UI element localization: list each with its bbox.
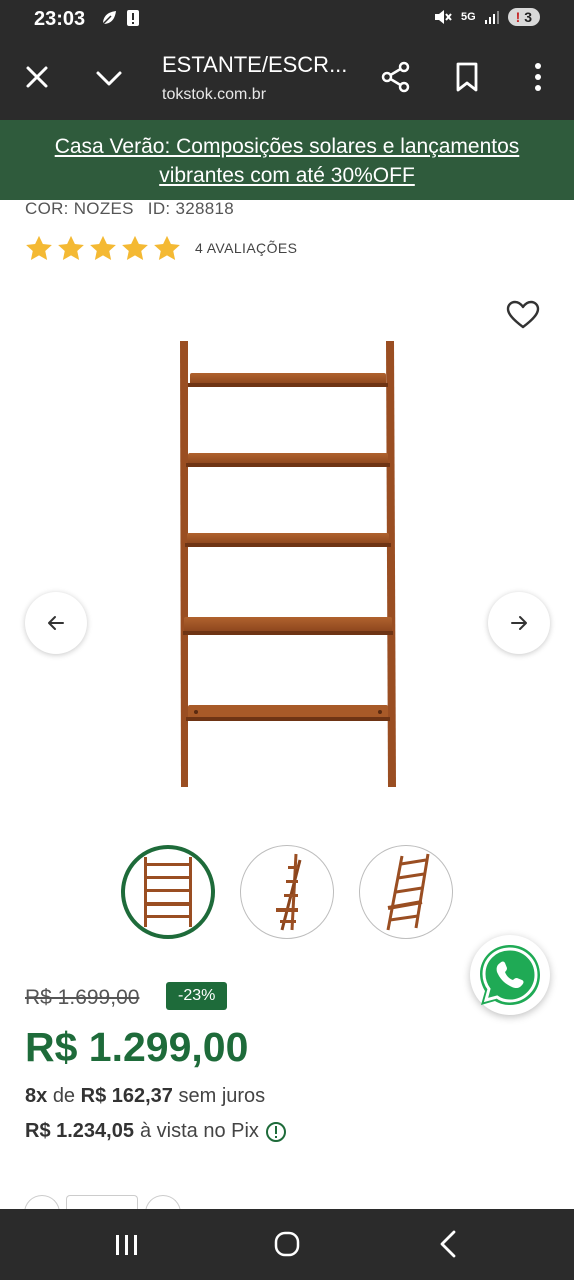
current-price: R$ 1.299,00 — [25, 1024, 249, 1070]
pix-value: R$ 1.234,05 — [25, 1120, 134, 1142]
back-icon[interactable] — [436, 1229, 460, 1259]
home-icon[interactable] — [272, 1229, 302, 1259]
installments-de: de — [52, 1085, 76, 1107]
star-icon — [26, 235, 52, 260]
close-icon[interactable] — [22, 62, 52, 92]
reviews-count[interactable]: 4 AVALIAÇÕES — [195, 240, 297, 256]
thumbnail-image — [144, 857, 192, 927]
promo-line-1[interactable]: Casa Verão: Composições solares e lançam… — [0, 132, 574, 161]
status-time: 23:03 — [34, 8, 86, 30]
share-icon[interactable] — [380, 60, 412, 94]
pix-suffix: à vista no Pix — [139, 1120, 259, 1142]
browser-toolbar: ESTANTE/ESCR... tokstok.com.br — [0, 38, 574, 120]
status-bar: 23:03 5G ! 3 — [0, 0, 574, 38]
product-meta: COR: NOZES ID: 328818 — [25, 199, 248, 219]
browser-title: ESTANTE/ESCR... — [162, 52, 348, 77]
leaf-icon — [102, 11, 116, 25]
installments-info: 8x de R$ 162,37 sem juros — [25, 1085, 265, 1108]
thumbnail-side[interactable] — [240, 845, 334, 939]
recents-icon[interactable] — [112, 1231, 142, 1259]
system-nav-bar — [0, 1209, 574, 1280]
star-icon — [122, 235, 148, 260]
next-image-button[interactable] — [488, 592, 550, 654]
thumbnail-angled[interactable] — [359, 845, 453, 939]
network-label: 5G — [460, 11, 476, 23]
star-icon — [58, 235, 84, 260]
installments-value: R$ 162,37 — [80, 1085, 173, 1107]
arrow-left-icon — [48, 616, 64, 630]
pix-info: R$ 1.234,05 à vista no Pix — [25, 1120, 287, 1143]
product-id: ID: 328818 — [147, 199, 234, 218]
more-vert-icon[interactable] — [528, 60, 548, 94]
whatsapp-button[interactable] — [470, 935, 550, 1015]
rating-stars[interactable] — [24, 234, 182, 264]
product-image — [180, 341, 396, 787]
star-icon — [90, 235, 116, 260]
thumbnail-front[interactable] — [121, 845, 215, 939]
discount-badge: -23% — [166, 982, 228, 1010]
browser-url: tokstok.com.br — [162, 86, 267, 103]
product-color: COR: NOZES — [25, 199, 134, 218]
alert-icon — [127, 10, 139, 26]
thumbnail-image — [386, 853, 430, 931]
battery-badge: ! 3 — [507, 8, 540, 26]
thumbnail-image — [276, 853, 302, 931]
bookmark-icon[interactable] — [452, 60, 482, 94]
promo-banner[interactable]: Casa Verão: Composições solares e lançam… — [0, 120, 574, 200]
info-icon[interactable] — [265, 1121, 287, 1143]
whatsapp-icon — [480, 945, 540, 1005]
promo-line-2[interactable]: vibrantes com até 30%OFF — [0, 161, 574, 190]
heart-icon[interactable] — [506, 300, 540, 330]
old-price: R$ 1.699,00 — [25, 986, 140, 1009]
installments-suffix: sem juros — [178, 1085, 266, 1107]
mute-icon — [434, 10, 452, 24]
chevron-down-icon[interactable] — [94, 64, 124, 94]
signal-icon — [484, 11, 499, 24]
browser-title-area[interactable]: ESTANTE/ESCR... tokstok.com.br — [162, 52, 362, 104]
star-icon — [154, 235, 180, 260]
arrow-right-icon — [511, 616, 527, 630]
prev-image-button[interactable] — [25, 592, 87, 654]
installments-count: 8x — [25, 1085, 48, 1107]
